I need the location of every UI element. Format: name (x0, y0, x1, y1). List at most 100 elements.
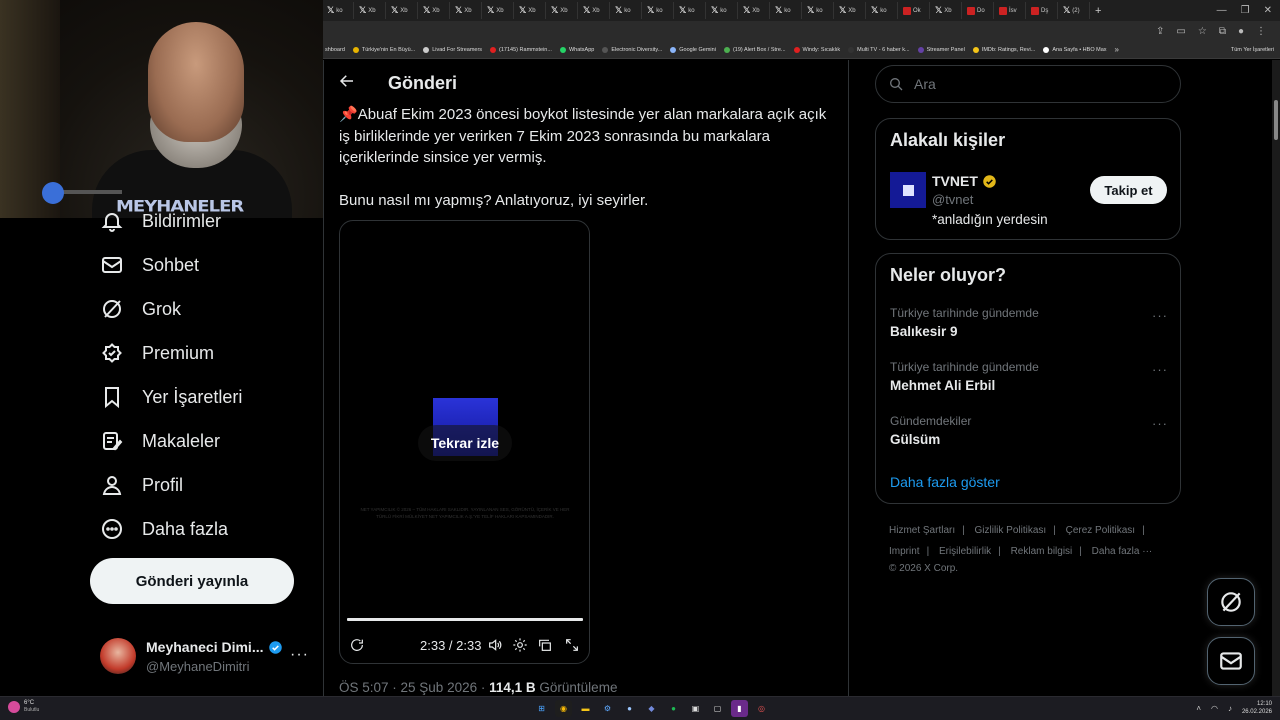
profile-icon[interactable]: ● (1238, 26, 1244, 37)
spotify-icon[interactable]: ● (665, 700, 682, 717)
back-button[interactable] (338, 72, 360, 94)
person-name-row[interactable]: TVNET (932, 173, 997, 189)
nav-item-profile[interactable]: Profil (100, 470, 183, 500)
browser-tab[interactable]: 𝕏 Xb (451, 2, 482, 19)
new-tab-button[interactable]: + (1091, 2, 1122, 19)
bookmarks-overflow-button[interactable]: » (1115, 45, 1119, 54)
browser-tab[interactable]: 𝕏ko (675, 2, 706, 19)
post-timestamp[interactable]: ÖS 5:07 · 25 Şub 2026 · (339, 680, 489, 695)
bookmark-item[interactable]: IMDb: Ratings, Revi... (972, 46, 1035, 53)
all-bookmarks-folder[interactable]: Tüm Yer İşaretleri (1231, 47, 1274, 53)
account-more-icon[interactable]: ··· (290, 646, 309, 664)
browser-tab[interactable]: 𝕏 Xb (483, 2, 514, 19)
trend-more-icon[interactable]: ··· (1152, 308, 1168, 323)
volume-control[interactable] (487, 637, 505, 655)
account-switcher[interactable]: Meyhaneci Dimi... @MeyhaneDimitri ··· (100, 636, 310, 676)
browser-tab[interactable]: Dş (1027, 2, 1058, 19)
browser-menu-icon[interactable]: ⋮ (1256, 26, 1266, 37)
steam-icon[interactable]: ● (621, 700, 638, 717)
search-input[interactable] (914, 76, 1154, 92)
replay-button[interactable]: Tekrar izle (418, 425, 512, 461)
settings-app-icon[interactable]: ⚙ (599, 700, 616, 717)
settings-control[interactable] (512, 637, 530, 655)
bookmark-item[interactable]: (19) Alert Box / Stre... (723, 46, 786, 53)
browser-tab[interactable]: 𝕏 Xb (547, 2, 578, 19)
bookmark-item[interactable]: WhatsApp (559, 46, 594, 53)
extensions-icon[interactable]: ⧉ (1219, 26, 1226, 37)
browser-tab[interactable]: 𝕏ko (867, 2, 898, 19)
nav-item-articles[interactable]: Makaleler (100, 426, 220, 456)
share-icon[interactable]: ⇪ (1156, 26, 1164, 37)
accessibility-link[interactable]: Erişilebilirlik (939, 546, 991, 557)
privacy-link[interactable]: Gizlilik Politikası (975, 525, 1047, 536)
browser-tab[interactable]: 𝕏 Xb (931, 2, 962, 19)
trend-item[interactable]: Gündemdekiler Gülsüm ··· (890, 414, 1168, 454)
trend-item[interactable]: Türkiye tarihinde gündemde Balıkesir 9 ·… (890, 306, 1168, 346)
nav-item-premium[interactable]: Premium (100, 338, 214, 368)
clock[interactable]: 12:10 26.02.2026 (1242, 700, 1272, 716)
search-box[interactable] (875, 65, 1181, 103)
speaker-icon[interactable]: ♪ (1228, 704, 1232, 713)
nav-item-more[interactable]: Daha fazla (100, 514, 228, 544)
bookmark-item[interactable]: Ana Sayfa • HBO Max (1043, 46, 1107, 53)
follow-button[interactable]: Takip et (1090, 176, 1167, 204)
tvnet-avatar[interactable] (890, 172, 926, 208)
ads-info-link[interactable]: Reklam bilgisi (1011, 546, 1073, 557)
footer-more-link[interactable]: Daha fazla ··· (1092, 546, 1153, 557)
imprint-link[interactable]: Imprint (889, 546, 920, 557)
nav-item-chat[interactable]: Sohbet (100, 250, 199, 280)
browser-tab[interactable]: 𝕏 Xb (579, 2, 610, 19)
trend-more-icon[interactable]: ··· (1152, 362, 1168, 377)
scrollbar[interactable] (1272, 60, 1280, 696)
browser-tab[interactable]: 𝕏 Xb (739, 2, 770, 19)
browser-tab[interactable]: 𝕏 (2) (1059, 2, 1090, 19)
discord-icon[interactable]: ◆ (643, 700, 660, 717)
nav-item-grok[interactable]: Grok (100, 294, 181, 324)
streaming-app-icon[interactable]: ▮ (731, 700, 748, 717)
messages-fab-button[interactable] (1207, 637, 1255, 685)
nav-item-bookmarks[interactable]: Yer İşaretleri (100, 382, 242, 412)
close-window-icon[interactable]: ✕ (1264, 5, 1272, 16)
browser-tab[interactable]: 𝕏 Xb (515, 2, 546, 19)
bookmark-item[interactable]: (17145) Rammstein... (490, 46, 552, 53)
video-player[interactable]: Tekrar izle NET YAPIMCILIK © 2026 – TÜM … (339, 220, 590, 664)
browser-tab[interactable]: 𝕏 Xb (419, 2, 450, 19)
tray-overflow-icon[interactable]: ˄ (1196, 704, 1201, 713)
grok-fab-button[interactable] (1207, 578, 1255, 626)
browser-tab[interactable]: 𝕏ko (803, 2, 834, 19)
star-icon[interactable]: ☆ (1198, 26, 1207, 37)
bookmark-item[interactable]: Multi TV - 6 haber k... (848, 46, 910, 53)
browser-tab[interactable]: 𝕏 Xb (355, 2, 386, 19)
bookmark-item[interactable]: Windy: Sıcaklık (793, 46, 840, 53)
obs-icon[interactable]: ◎ (753, 700, 770, 717)
bookmark-item[interactable]: Google Gemini (670, 46, 716, 53)
scrollbar-thumb[interactable] (1274, 100, 1278, 140)
post-button[interactable]: Gönderi yayınla (90, 558, 294, 604)
video-progress-bar[interactable] (347, 618, 583, 621)
bookmark-item[interactable]: Streamer Panel (917, 46, 965, 53)
pip-control[interactable] (537, 637, 555, 655)
bookmark-item[interactable]: Türkiye'nin En Büyü... (352, 46, 415, 53)
browser-tab[interactable]: 𝕏 Xb (387, 2, 418, 19)
browser-tab[interactable]: Do (963, 2, 994, 19)
windows-start-icon[interactable]: ⊞ (533, 700, 550, 717)
terms-link[interactable]: Hizmet Şartları (889, 525, 955, 536)
browser-tab[interactable]: 𝕏ko (611, 2, 642, 19)
bookmark-item[interactable]: Electronic Diversity... (602, 46, 662, 53)
trend-more-icon[interactable]: ··· (1152, 416, 1168, 431)
cookies-link[interactable]: Çerez Politikası (1066, 525, 1135, 536)
browser-tab[interactable]: 𝕏ko (323, 2, 354, 19)
show-more-link[interactable]: Daha fazla göster (890, 474, 1000, 490)
file-explorer-icon[interactable]: ▬ (577, 700, 594, 717)
bookmark-item[interactable]: shboard (325, 47, 345, 53)
browser-tab[interactable]: 𝕏ko (643, 2, 674, 19)
browser-tab[interactable]: 𝕏 Xb (835, 2, 866, 19)
fullscreen-control[interactable] (564, 637, 582, 655)
minimize-icon[interactable]: — (1217, 5, 1227, 16)
restore-icon[interactable]: ❐ (1241, 5, 1250, 16)
cast-icon[interactable]: ▭ (1176, 26, 1185, 37)
browser-tab[interactable]: 𝕏ko (707, 2, 738, 19)
browser-tab[interactable]: 𝕏ko (771, 2, 802, 19)
epic-games-icon[interactable]: ▣ (687, 700, 704, 717)
bookmark-item[interactable]: Livad For Streamers (423, 46, 482, 53)
